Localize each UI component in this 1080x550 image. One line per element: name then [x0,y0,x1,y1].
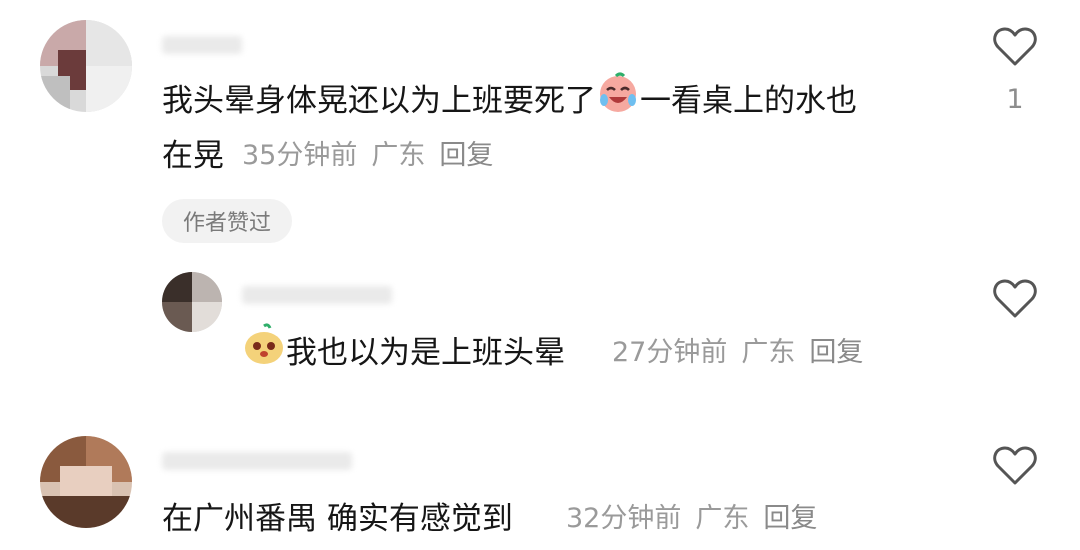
heart-outline-icon[interactable] [992,27,1038,67]
timestamp: 35分钟前 [242,140,358,171]
comment-meta: 35分钟前 广东 回复 [242,136,507,176]
heart-outline-icon[interactable] [992,279,1038,319]
location: 广东 [695,503,750,534]
comment-meta: 27分钟前 广东 回复 [612,333,877,373]
comment-text: 我也以为是上班头晕 [242,322,565,387]
comment-meta: 32分钟前 广东 回复 [566,499,831,539]
author-liked-badge: 作者赞过 [162,199,292,243]
reply-button[interactable]: 回复 [809,337,863,368]
username-blurred[interactable] [162,452,352,470]
comment-text-line2: 在晃 [162,138,224,174]
like-count: 1 [1006,84,1024,115]
crying-laughing-face-emoji [596,70,640,135]
username-blurred[interactable] [242,286,392,304]
timestamp: 32分钟前 [566,503,682,534]
avatar[interactable] [162,272,222,332]
heart-outline-icon[interactable] [992,446,1038,486]
avatar[interactable] [40,20,132,112]
username-blurred[interactable] [162,36,242,54]
location: 广东 [371,140,426,171]
avatar[interactable] [40,436,132,528]
cute-blob-emoji [242,322,286,387]
reply-button[interactable]: 回复 [763,503,817,534]
reply-button[interactable]: 回复 [439,140,493,171]
timestamp: 27分钟前 [612,337,728,368]
location: 广东 [741,337,796,368]
comment-text: 在广州番禺 确实有感觉到 [162,501,513,537]
comment-text: 我头晕身体晃还以为上班要死了 一看桌上的水也 [162,70,857,135]
